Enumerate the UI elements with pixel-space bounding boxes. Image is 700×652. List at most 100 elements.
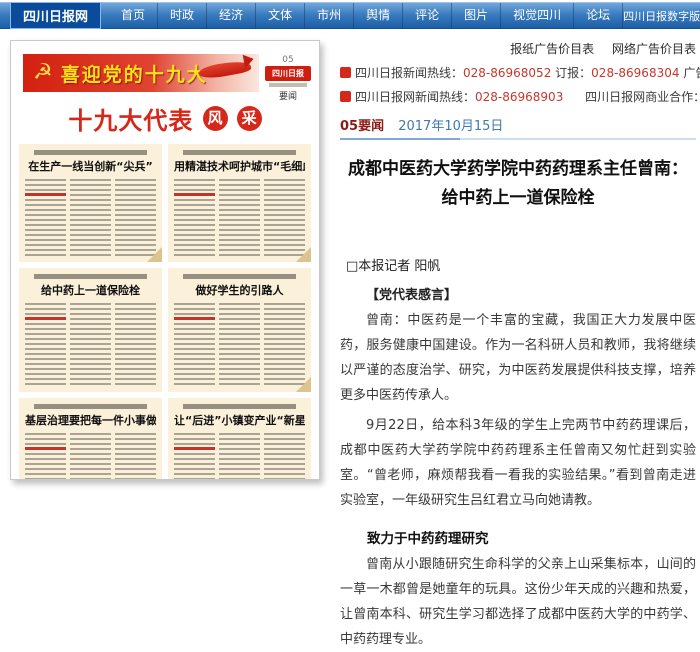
party-congress-banner: ☭ 喜迎党的十九大 bbox=[23, 54, 259, 92]
text-column bbox=[264, 179, 305, 257]
card-headline: 让“后进”小镇变产业“新星” bbox=[174, 414, 305, 427]
article-date: 2017年10月15日 bbox=[398, 119, 503, 134]
card-headline: 用精湛技术呵护城市“毛细血管” bbox=[174, 160, 305, 173]
nav-item-forum[interactable]: 论坛 bbox=[574, 3, 623, 28]
card-headline: 给中药上一道保险栓 bbox=[25, 284, 156, 297]
card-body-columns bbox=[25, 433, 156, 480]
text-column bbox=[264, 433, 305, 480]
text-column bbox=[174, 303, 215, 387]
nav-item-culture[interactable]: 文体 bbox=[256, 3, 305, 28]
article-content-area: 报纸广告价目表 网络广告价目表 四川日报新闻热线：028-86968052 订报… bbox=[340, 40, 696, 652]
article-paragraph: 曾南：中医药是一个丰富的宝藏，我国正大力发展中医药，服务健康中国建设。作为一名科… bbox=[340, 308, 696, 408]
text-column bbox=[70, 303, 111, 387]
epaper-article-card[interactable]: 做好学生的引路人 bbox=[168, 268, 311, 392]
card-body-columns bbox=[174, 179, 305, 257]
subscribe-number: 028-86968304 bbox=[591, 66, 679, 80]
article-title: 成都中医药大学药学院中药药理系主任曾南： 给中药上一道保险栓 bbox=[340, 155, 696, 213]
nav-item-politics[interactable]: 时政 bbox=[158, 3, 207, 28]
top-navbar: 四川日报网 首页 时政 经济 文体 市州 舆情 评论 图片 视觉四川 论坛 四川… bbox=[0, 2, 700, 29]
article-title-line1: 成都中医药大学药学院中药药理系主任曾南： bbox=[348, 159, 688, 179]
web-hotline-label: 四川日报网新闻热线： bbox=[355, 90, 475, 104]
ad-price-links: 报纸广告价目表 网络广告价目表 bbox=[340, 40, 696, 57]
card-body-columns bbox=[25, 179, 156, 257]
text-column bbox=[219, 433, 260, 480]
nav-item-photos[interactable]: 图片 bbox=[452, 3, 501, 28]
page-curl bbox=[147, 247, 162, 262]
card-headline: 基层治理要把每一件小事做好 bbox=[25, 414, 156, 427]
page-number: 05 bbox=[265, 55, 311, 65]
series-title-row: 十九大代表 风 采 bbox=[11, 101, 319, 136]
article-paragraph: 曾南从小跟随研究生命科学的父亲上山采集标本，山间的一草一木都曾是她童年的玩具。这… bbox=[340, 552, 696, 652]
epaper-article-card[interactable]: 用精湛技术呵护城市“毛细血管” bbox=[168, 144, 311, 262]
byline: □本报记者 阳帆 bbox=[340, 255, 696, 274]
cooperation-label: 四川日报网商业合作： bbox=[585, 90, 700, 104]
subscribe-label: 订报： bbox=[555, 66, 591, 80]
hotline-number: 028-86968052 bbox=[463, 66, 551, 80]
text-column bbox=[264, 303, 305, 387]
kicker-text-bar bbox=[183, 274, 296, 279]
text-column bbox=[115, 433, 156, 480]
text-column bbox=[70, 179, 111, 257]
hotline-row-1: 四川日报新闻热线：028-86968052 订报：028-86968304 广告… bbox=[340, 64, 696, 81]
epaper-page-preview[interactable]: ☭ 喜迎党的十九大 05 四川日报 要闻 十九大代表 风 采 在生产一线当创新“… bbox=[10, 40, 320, 480]
nav-item-commentary[interactable]: 评论 bbox=[403, 3, 452, 28]
kicker-text-bar bbox=[183, 404, 296, 409]
kicker-text-bar bbox=[34, 274, 147, 279]
text-column bbox=[174, 433, 215, 480]
article-paragraph: 9月22日，给本科3年级的学生上完两节中药药理课后，成都中医药大学药学院中药药理… bbox=[340, 413, 696, 513]
site-logo[interactable]: 四川日报网 bbox=[10, 2, 101, 29]
card-body-columns bbox=[174, 303, 305, 387]
series-title: 十九大代表 bbox=[68, 107, 193, 135]
text-column bbox=[219, 303, 260, 387]
masthead-date-bar bbox=[269, 83, 307, 87]
nav-item-opinion-monitor[interactable]: 舆情 bbox=[354, 3, 403, 28]
epaper-article-card[interactable]: 给中药上一道保险栓 bbox=[19, 268, 162, 392]
phone-icon bbox=[340, 91, 351, 102]
series-badge-2: 采 bbox=[237, 106, 262, 131]
text-column bbox=[219, 179, 260, 257]
card-body-columns bbox=[25, 303, 156, 387]
card-headline: 在生产一线当创新“尖兵” bbox=[25, 160, 156, 173]
epaper-articles-grid: 在生产一线当创新“尖兵” 用精湛技术呵护城市“毛细血管” 给中药上一道保险栓 bbox=[11, 136, 319, 480]
newspaper-name: 四川日报 bbox=[265, 66, 311, 81]
epaper-article-card[interactable]: 在生产一线当创新“尖兵” bbox=[19, 144, 162, 262]
delegate-remarks-label: 【党代表感言】 bbox=[340, 284, 696, 303]
nav-item-visual-sichuan[interactable]: 视觉四川 bbox=[501, 3, 574, 28]
article-title-line2: 给中药上一道保险栓 bbox=[442, 188, 595, 208]
page-curl bbox=[296, 247, 311, 262]
series-badge-1: 风 bbox=[203, 106, 228, 131]
hotline-label: 四川日报新闻热线： bbox=[355, 66, 463, 80]
card-body-columns bbox=[174, 433, 305, 480]
epaper-masthead: 05 四川日报 要闻 bbox=[265, 55, 311, 102]
kicker-text-bar bbox=[34, 150, 147, 155]
epaper-article-card[interactable]: 让“后进”小镇变产业“新星” bbox=[168, 398, 311, 480]
web-hotline-number: 028-86968903 bbox=[475, 90, 563, 104]
text-column bbox=[115, 179, 156, 257]
ad-label: 广告： bbox=[683, 66, 700, 80]
kicker-text-bar bbox=[34, 404, 147, 409]
section-tab[interactable]: 05要闻 bbox=[340, 119, 384, 134]
masthead-section: 要闻 bbox=[265, 89, 311, 102]
kicker-text-bar bbox=[183, 150, 296, 155]
article-subheading: 致力于中药药理研究 bbox=[340, 527, 696, 547]
nav-item-cities[interactable]: 市州 bbox=[305, 3, 354, 28]
text-column bbox=[115, 303, 156, 387]
text-column bbox=[25, 303, 66, 387]
digital-edition-home-link[interactable]: 四川日报数字版-首页 bbox=[623, 10, 700, 23]
main-menu: 首页 时政 经济 文体 市州 舆情 评论 图片 视觉四川 论坛 bbox=[109, 3, 623, 28]
section-tab-bar: 05要闻 2017年10月15日 bbox=[340, 115, 696, 140]
epaper-article-card[interactable]: 基层治理要把每一件小事做好 bbox=[19, 398, 162, 480]
card-headline: 做好学生的引路人 bbox=[174, 284, 305, 297]
page-curl bbox=[296, 377, 311, 392]
text-column bbox=[70, 433, 111, 480]
banner-title: 喜迎党的十九大 bbox=[61, 60, 208, 87]
text-column bbox=[25, 179, 66, 257]
text-column bbox=[25, 433, 66, 480]
paper-ad-price-link[interactable]: 报纸广告价目表 bbox=[510, 42, 594, 56]
nav-item-home[interactable]: 首页 bbox=[109, 3, 158, 28]
nav-item-economy[interactable]: 经济 bbox=[207, 3, 256, 28]
nav-right-info: 四川日报数字版-首页2017年10月15日 星期日 bbox=[623, 8, 700, 24]
phone-icon bbox=[340, 67, 351, 78]
hotline-row-2: 四川日报网新闻热线：028-86968903 四川日报网商业合作：028-869… bbox=[340, 88, 696, 105]
web-ad-price-link[interactable]: 网络广告价目表 bbox=[612, 42, 696, 56]
